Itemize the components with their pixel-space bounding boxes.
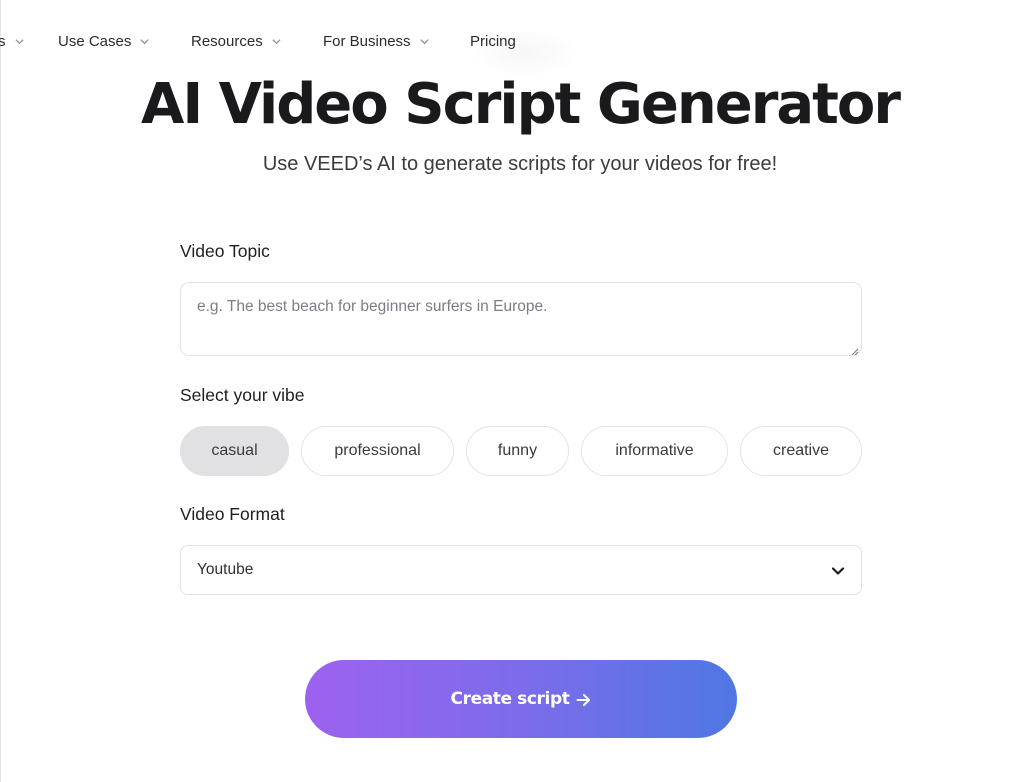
vibe-options: casual professional funny informative cr… — [180, 426, 862, 476]
vibe-option-professional[interactable]: professional — [301, 426, 454, 476]
vibe-option-informative[interactable]: informative — [581, 426, 728, 476]
vibe-option-funny[interactable]: funny — [466, 426, 569, 476]
chevron-down-icon — [140, 37, 149, 46]
nav-item-label: Use Cases — [58, 32, 132, 50]
vibe-label: Select your vibe — [180, 385, 305, 405]
video-topic-input[interactable] — [180, 282, 862, 356]
nav-item-resources[interactable]: Resources — [191, 33, 281, 50]
create-script-label: Create script — [450, 689, 570, 709]
page-title: AI Video Script Generator — [140, 72, 901, 137]
vibe-option-casual[interactable]: casual — [180, 426, 289, 476]
create-script-button[interactable]: Create script — [305, 660, 737, 738]
nav-item-label: Resources — [191, 32, 263, 50]
chevron-down-icon — [14, 37, 24, 46]
nav-item-label: For Business — [323, 32, 411, 50]
page-subtitle: Use VEED’s AI to generate scripts for yo… — [262, 153, 778, 175]
chevron-down-icon — [831, 564, 845, 578]
resize-handle-icon[interactable] — [850, 343, 859, 356]
nav-item-label: Pricing — [470, 32, 516, 50]
nav-item-pricing[interactable]: Pricing — [470, 33, 516, 50]
video-topic-label: Video Topic — [180, 241, 270, 261]
video-format-label: Video Format — [180, 504, 285, 524]
arrow-right-icon — [576, 692, 591, 706]
nav-item-truncated[interactable]: s — [0, 33, 24, 50]
nav-item-for-business[interactable]: For Business — [323, 33, 429, 50]
nav-item-use-cases[interactable]: Use Cases — [58, 33, 149, 50]
video-format-value: Youtube — [197, 561, 254, 578]
vibe-option-creative[interactable]: creative — [740, 426, 862, 476]
chevron-down-icon — [272, 37, 281, 46]
chevron-down-icon — [420, 37, 429, 46]
nav-item-label: s — [0, 32, 6, 50]
video-format-select[interactable]: Youtube — [180, 545, 862, 595]
